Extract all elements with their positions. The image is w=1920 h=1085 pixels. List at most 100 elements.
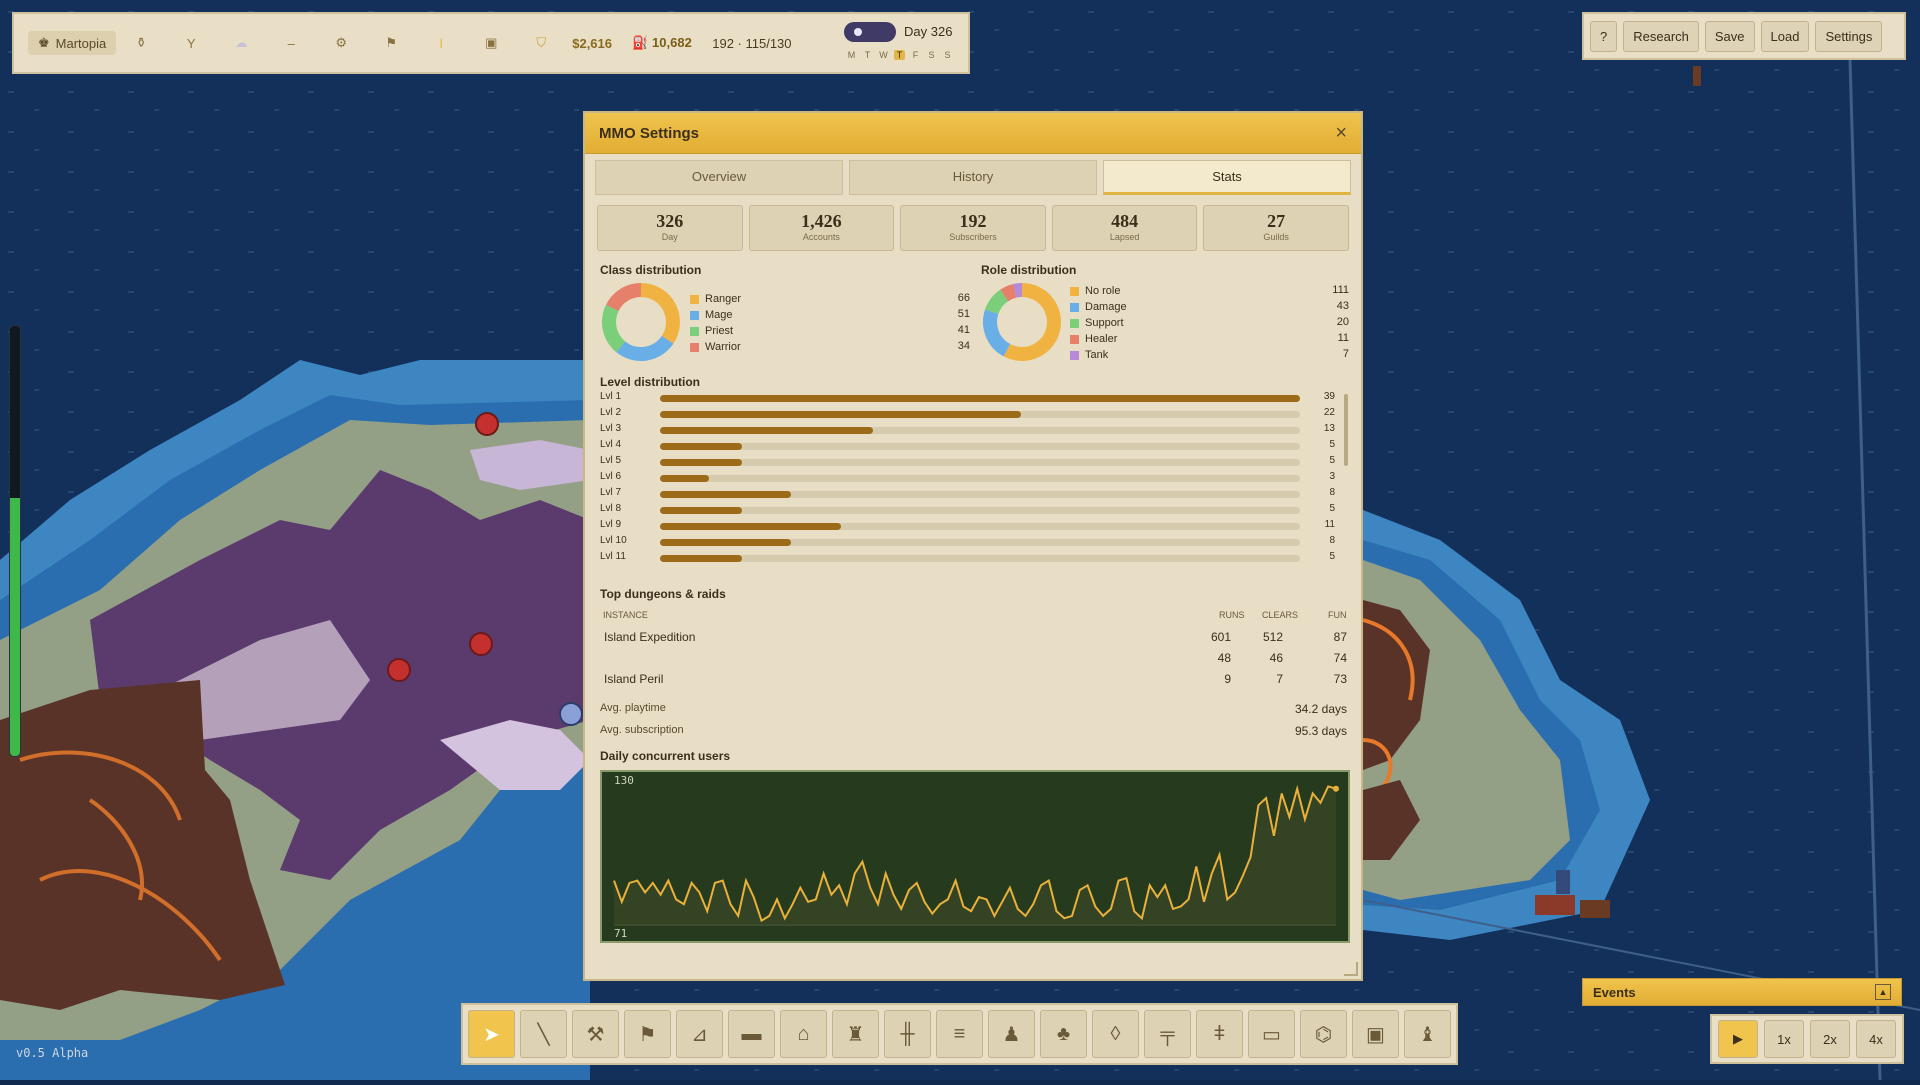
gear-icon[interactable]: ⚙: [316, 35, 366, 51]
tab-stats[interactable]: Stats: [1103, 160, 1351, 195]
city-name-badge[interactable]: ♚ Martopia: [28, 31, 117, 55]
tower-icon[interactable]: ▣: [1352, 1010, 1399, 1058]
load-button[interactable]: Load: [1760, 20, 1810, 52]
weekday-3: T: [894, 50, 905, 60]
speed-4x-button[interactable]: 4x: [1856, 1020, 1896, 1058]
legend-label: Damage: [1085, 301, 1127, 313]
level-label: Lvl 1: [600, 391, 622, 402]
speed-2x-button[interactable]: 2x: [1810, 1020, 1850, 1058]
dialog-header[interactable]: MMO Settings ×: [585, 113, 1361, 154]
rock-icon[interactable]: ◊: [1092, 1010, 1139, 1058]
shop-icon[interactable]: ⌬: [1300, 1010, 1347, 1058]
save-button[interactable]: Save: [1704, 20, 1755, 52]
population-value: 192 · 115/130: [712, 35, 792, 51]
cloud-icon[interactable]: ☁: [216, 35, 266, 51]
class-slice-warrior: [606, 283, 642, 312]
tower-icon[interactable]: ▣: [466, 35, 516, 51]
legend-count: 111: [1332, 284, 1349, 296]
level-bar: [660, 443, 743, 450]
level-count: 11: [1324, 519, 1335, 530]
stat-card-subscribers: 192 Subscribers: [900, 205, 1046, 251]
legend-label: Healer: [1085, 333, 1118, 345]
legend-label: Warrior: [705, 341, 741, 353]
legend-swatch: [1070, 302, 1079, 312]
legend-swatch: [690, 294, 699, 304]
legend-item: Tank: [1070, 349, 1108, 361]
dungeon-clears: 7: [1276, 672, 1283, 686]
col-fun: FUN: [1328, 610, 1347, 620]
col-instance: INSTANCE: [603, 610, 648, 620]
class-slice-priest: [602, 304, 626, 353]
house-icon[interactable]: ⌂: [780, 1010, 827, 1058]
lighthouse-icon[interactable]: ♝: [1404, 1010, 1451, 1058]
level-bar: [660, 539, 792, 546]
research-button[interactable]: Research: [1623, 20, 1699, 52]
level-bar-track: [660, 475, 1300, 482]
level-list-scrollbar[interactable]: [1344, 394, 1348, 466]
gate-icon[interactable]: ╫: [884, 1010, 931, 1058]
antenna-icon[interactable]: Y: [166, 36, 216, 51]
calendar[interactable]: Day 326 MTWTFSS: [844, 20, 954, 70]
level-bar-track: [660, 555, 1300, 562]
events-expand-icon[interactable]: ▲: [1875, 984, 1891, 1000]
level-label: Lvl 7: [600, 487, 622, 498]
flag-icon[interactable]: ⚑: [624, 1010, 671, 1058]
settings-button[interactable]: Settings: [1815, 20, 1883, 52]
cursor-icon[interactable]: ➤: [468, 1010, 515, 1058]
bridge-icon[interactable]: ≡: [936, 1010, 983, 1058]
torch-icon[interactable]: ǀ: [416, 36, 466, 51]
tab-history[interactable]: History: [849, 160, 1097, 195]
play-button[interactable]: ▶: [1718, 1020, 1758, 1058]
flag-icon[interactable]: ⚑: [366, 35, 416, 51]
legend-count: 51: [957, 308, 970, 320]
shield-icon[interactable]: ⛉: [516, 35, 566, 51]
bench-icon[interactable]: ╤: [1144, 1010, 1191, 1058]
tab-overview[interactable]: Overview: [595, 160, 843, 195]
legend-item: Damage: [1070, 301, 1127, 313]
stat-label: Day: [661, 232, 678, 242]
hammer-icon[interactable]: ⚒: [572, 1010, 619, 1058]
wall-icon[interactable]: ⊿: [676, 1010, 723, 1058]
speed-1x-button[interactable]: 1x: [1764, 1020, 1804, 1058]
level-bar-track: [660, 507, 1300, 514]
meter-fill: [10, 498, 20, 756]
rug-icon[interactable]: ▭: [1248, 1010, 1295, 1058]
dungeon-fun: 73: [1333, 672, 1347, 686]
tree-icon[interactable]: ♣: [1040, 1010, 1087, 1058]
level-count: 22: [1323, 407, 1335, 418]
fuel-amount: 10,682: [652, 35, 692, 50]
chest-icon[interactable]: ▬: [728, 1010, 775, 1058]
level-label: Lvl 10: [600, 535, 627, 546]
stat-value: 27: [1267, 211, 1286, 231]
legend-label: Priest: [705, 325, 734, 337]
statue-icon[interactable]: ♟: [988, 1010, 1035, 1058]
dungeon-runs: 601: [1210, 630, 1231, 644]
level-count: 39: [1323, 391, 1335, 402]
city-name: Martopia: [55, 35, 107, 51]
dash-icon[interactable]: ‒: [266, 36, 316, 51]
pickaxe-icon[interactable]: ╲: [520, 1010, 567, 1058]
stat-card-guilds: 27 Guilds: [1203, 205, 1349, 251]
ccu-bottom-tick: 71: [614, 927, 627, 940]
legend-swatch: [690, 326, 699, 336]
dungeon-name: Island Expedition: [604, 630, 696, 644]
legend-label: Tank: [1085, 349, 1109, 361]
events-panel[interactable]: Events ▲: [1582, 978, 1902, 1006]
level-count: 13: [1323, 423, 1335, 434]
resize-grip-icon[interactable]: [1344, 962, 1358, 976]
stat-label: Guilds: [1263, 232, 1289, 242]
lamp-icon[interactable]: ǂ: [1196, 1010, 1243, 1058]
class-distribution-title: Class distribution: [600, 263, 702, 277]
close-icon[interactable]: ×: [1335, 122, 1347, 145]
help-button[interactable]: ?: [1590, 20, 1618, 52]
level-bar: [660, 395, 1300, 402]
legend-label: No role: [1085, 285, 1121, 297]
avg-playtime-label: Avg. playtime: [600, 702, 666, 714]
level-bar-track: [660, 539, 1300, 546]
ccu-chart: 130 71: [600, 770, 1350, 943]
happiness-meter: [9, 325, 21, 757]
potion-icon[interactable]: ⚱: [116, 35, 166, 51]
class-donut-chart: [602, 283, 680, 361]
weekday-strip: MTWTFSS: [846, 50, 953, 60]
castle-icon[interactable]: ♜: [832, 1010, 879, 1058]
